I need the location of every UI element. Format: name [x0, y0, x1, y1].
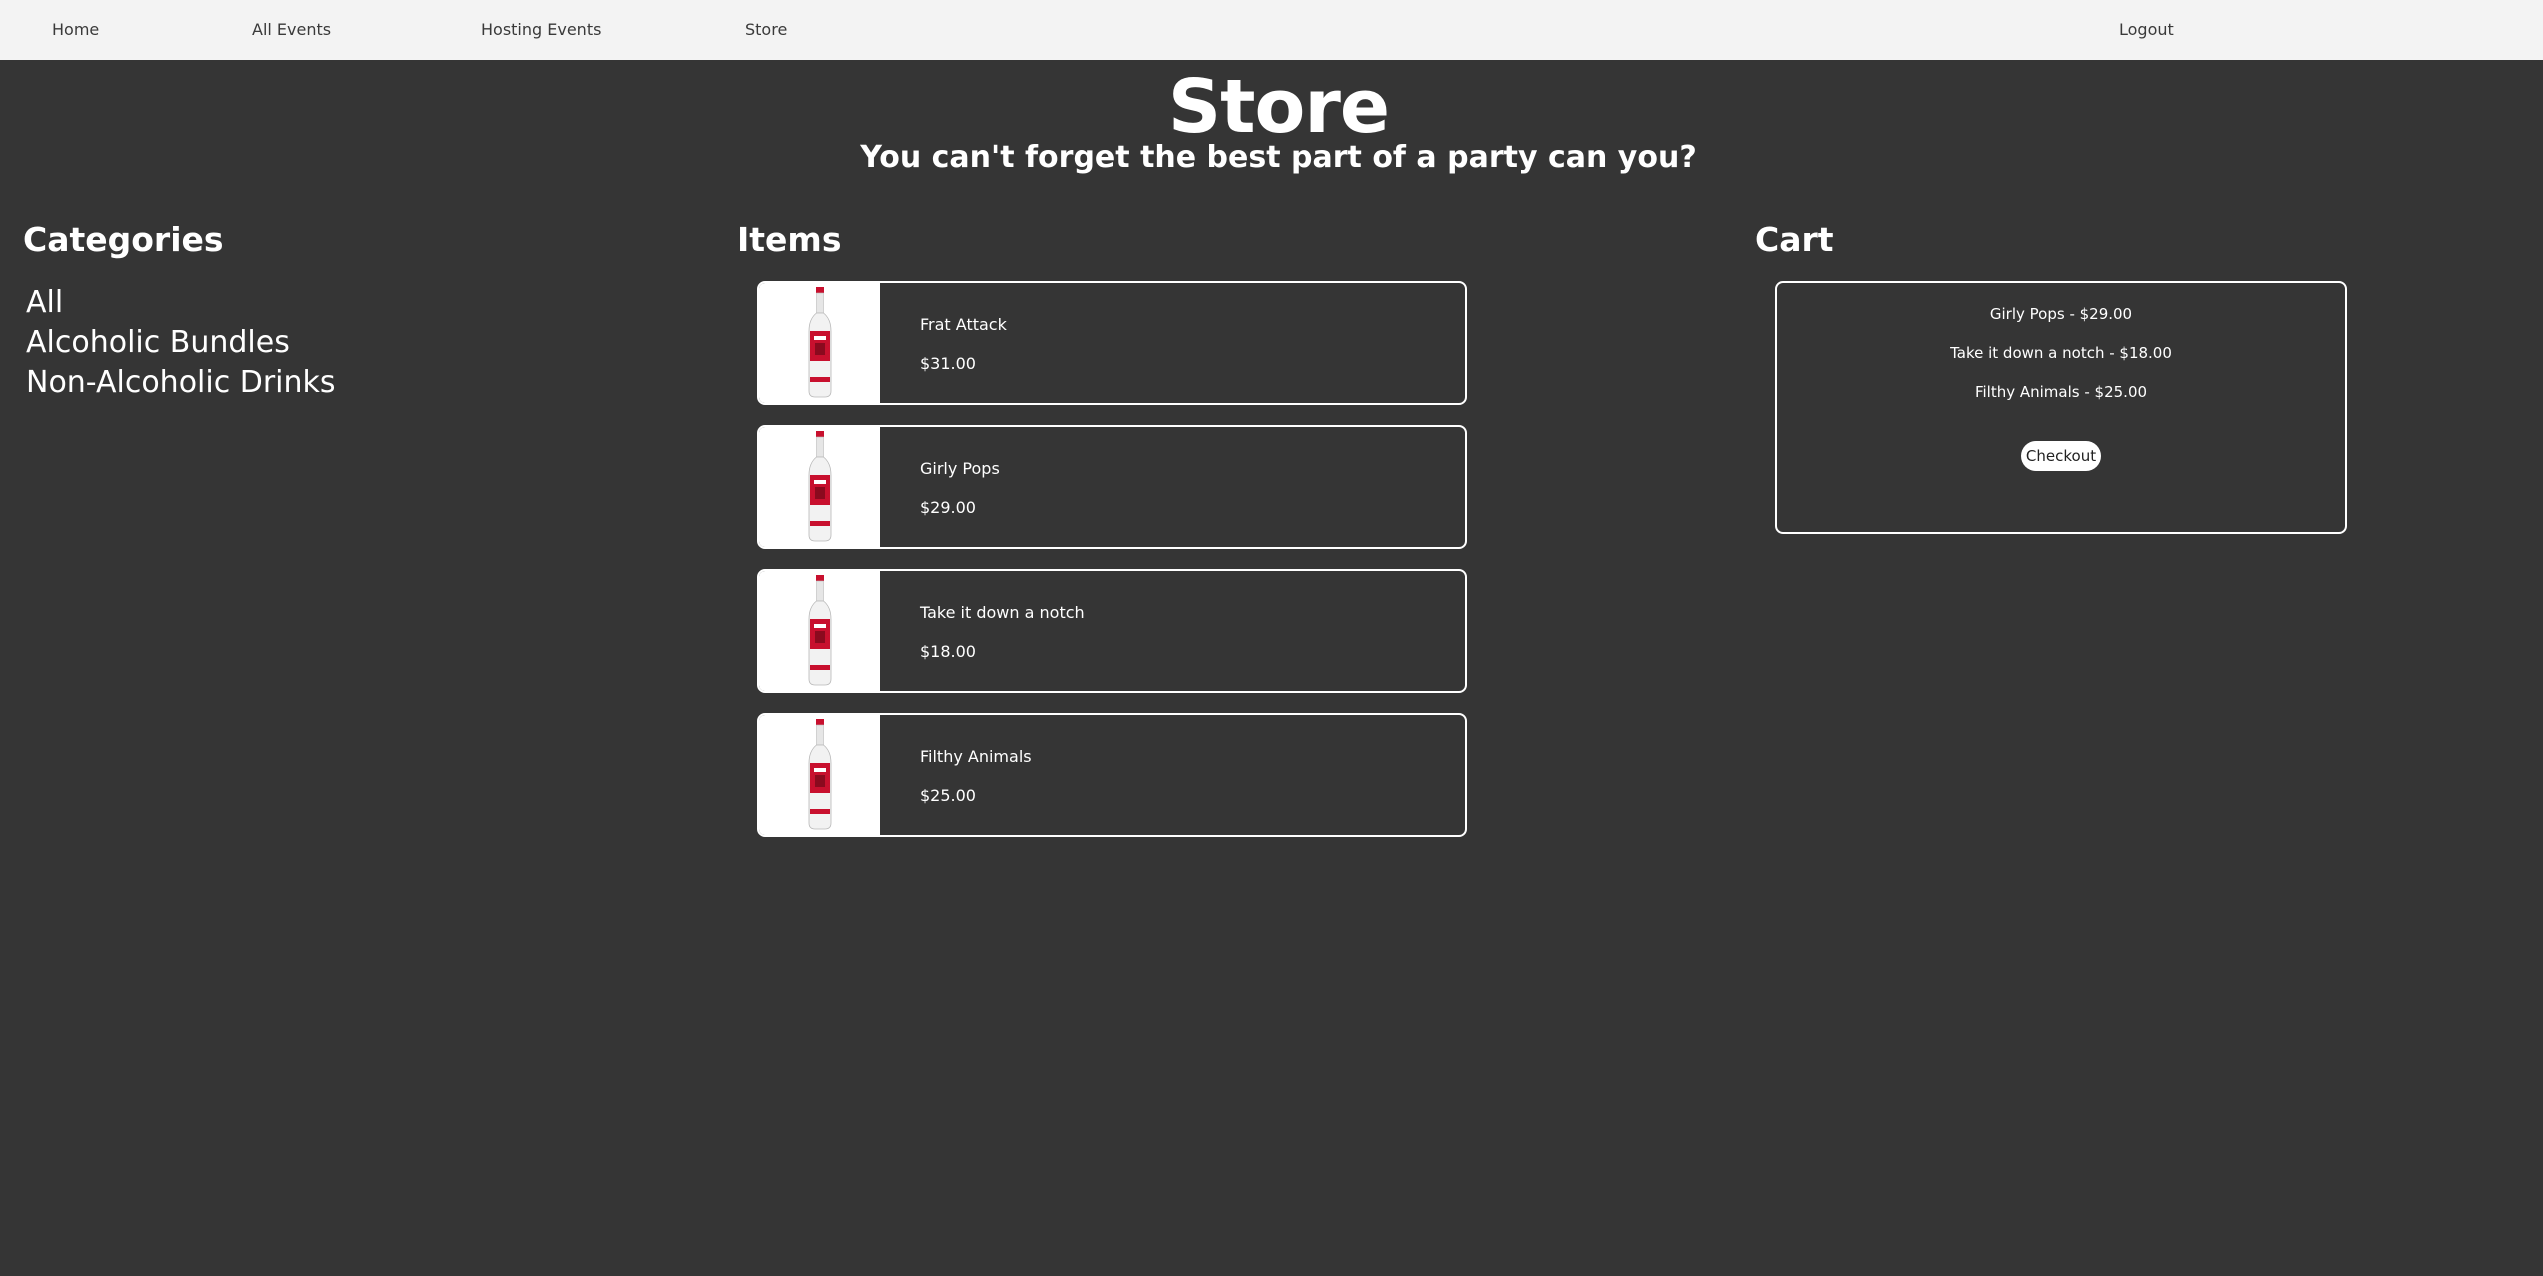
vodka-bottle-icon: [808, 287, 832, 398]
nav-hosting-events-link[interactable]: Hosting Events: [481, 0, 601, 60]
category-all[interactable]: All: [26, 283, 336, 323]
item-card-filthy-animals[interactable]: Filthy Animals $25.00: [757, 713, 1467, 837]
nav-store-link[interactable]: Store: [745, 0, 787, 60]
category-non-alcoholic-drinks[interactable]: Non-Alcoholic Drinks: [26, 363, 336, 403]
page-subtitle: You can't forget the best part of a part…: [860, 140, 1697, 175]
item-price: $29.00: [920, 498, 976, 517]
item-name: Take it down a notch: [920, 603, 1085, 622]
item-name: Filthy Animals: [920, 747, 1032, 766]
nav-home-link[interactable]: Home: [52, 0, 99, 60]
items-heading: Items: [737, 220, 842, 259]
item-price: $25.00: [920, 786, 976, 805]
categories-heading: Categories: [23, 220, 224, 259]
item-card-girly-pops[interactable]: Girly Pops $29.00: [757, 425, 1467, 549]
item-card-take-it-down-a-notch[interactable]: Take it down a notch $18.00: [757, 569, 1467, 693]
items-list: Frat Attack $31.00 Girly Pops $29.00 Tak…: [757, 281, 1467, 857]
item-thumbnail: [759, 427, 880, 547]
item-thumbnail: [759, 715, 880, 835]
categories-list: All Alcoholic Bundles Non-Alcoholic Drin…: [26, 283, 336, 403]
item-price: $31.00: [920, 354, 976, 373]
item-name: Frat Attack: [920, 315, 1007, 334]
vodka-bottle-icon: [808, 431, 832, 542]
item-name: Girly Pops: [920, 459, 1000, 478]
cart-panel: Girly Pops - $29.00 Take it down a notch…: [1775, 281, 2347, 534]
logout-link[interactable]: Logout: [2119, 0, 2174, 60]
cart-line-item: Girly Pops - $29.00: [1989, 305, 2133, 323]
checkout-button[interactable]: Checkout: [2021, 441, 2101, 471]
category-alcoholic-bundles[interactable]: Alcoholic Bundles: [26, 323, 336, 363]
vodka-bottle-icon: [808, 575, 832, 686]
item-price: $18.00: [920, 642, 976, 661]
cart-heading: Cart: [1755, 220, 1834, 259]
page-title: Store: [1167, 64, 1390, 150]
cart-line-item: Take it down a notch - $18.00: [1950, 344, 2172, 362]
item-thumbnail: [759, 571, 880, 691]
cart-line-item: Filthy Animals - $25.00: [1974, 383, 2148, 401]
vodka-bottle-icon: [808, 719, 832, 830]
nav-all-events-link[interactable]: All Events: [252, 0, 331, 60]
item-thumbnail: [759, 283, 880, 403]
top-navbar: Home All Events Hosting Events Store Log…: [0, 0, 2543, 60]
item-card-frat-attack[interactable]: Frat Attack $31.00: [757, 281, 1467, 405]
